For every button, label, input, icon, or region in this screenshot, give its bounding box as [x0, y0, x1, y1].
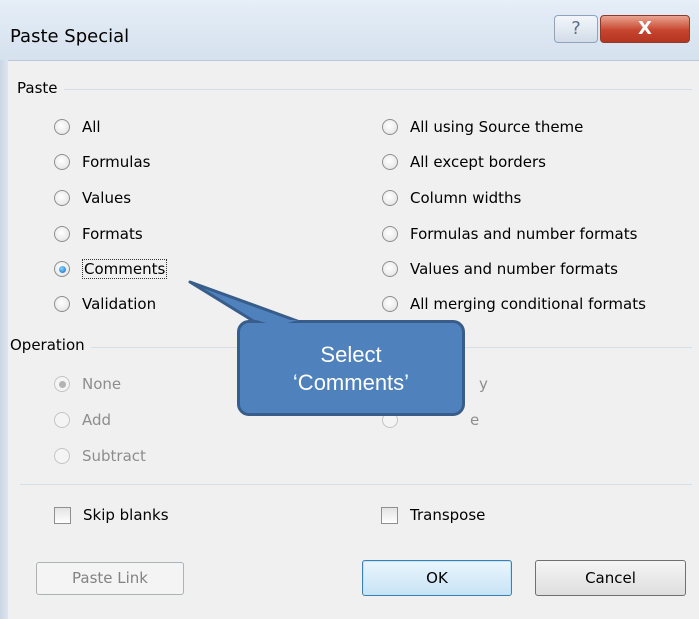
paste-special-dialog: Paste Special ? X Paste All Formulas Val… — [0, 0, 699, 619]
instruction-callout: Select ‘Comments’ — [237, 320, 465, 416]
callout-line-2: ‘Comments’ — [292, 370, 410, 395]
callout-pointer — [188, 280, 302, 324]
callout-line-1: Select — [320, 342, 382, 367]
